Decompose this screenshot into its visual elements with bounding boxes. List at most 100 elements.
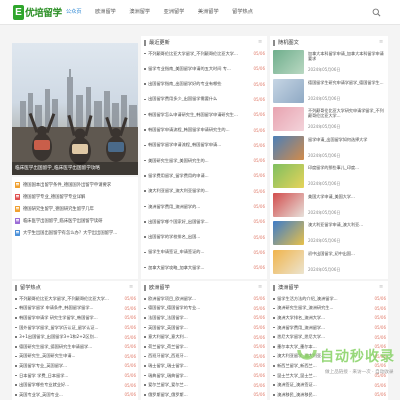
featured-item[interactable]: 德国留学专业_德国留学专业详解 [15,192,135,201]
section-item[interactable]: 西班牙留学_西班牙... 05/06 [144,352,265,362]
featured-item[interactable]: 大学生出国出国留学有怎么办？大学出出国留学... [15,228,135,237]
latest-item[interactable]: 出国留学指南_出国留学好的专业有哪些 05/06 [144,80,265,89]
random-item[interactable]: 留学申请_出国留学如何选择大学 2024年05月06日 [273,135,386,164]
featured-item[interactable]: 临床医学出国留学_临床医学出国留学读研 [15,216,135,225]
random-item-thumbnail[interactable] [273,135,304,160]
more-icon[interactable]: ≡ [258,39,262,45]
section-item[interactable]: 英国留学专业_英国留学... 05/06 [15,361,136,371]
section-item[interactable]: 悉尼大学留学_悉尼大学... 05/06 [273,332,386,342]
bullet-icon [144,129,146,131]
section-item-title: 澳洲留学费用_澳洲留学... [277,324,326,330]
random-item-thumbnail[interactable] [273,249,304,274]
random-item-title[interactable]: 美国大学申请_美国大学... [308,194,386,199]
section-item[interactable]: 荷兰留学_荷兰留学... 05/06 [144,342,265,352]
bullet-icon [15,345,17,348]
latest-item[interactable]: 澳大利亚留学_澳大利亚留学的... 05/06 [144,187,265,196]
section-item[interactable]: 英国留学_英国留学... 05/06 [144,323,265,333]
nav-item-america[interactable]: 美洲留学 [196,7,221,16]
section-item[interactable]: 3+1出国留学_出国留学3+1和2+2区别... 05/06 [15,332,136,342]
random-item-title[interactable]: 印度留学的那些事儿_印度... [308,165,386,170]
random-item-title[interactable]: 不列颠哥伦比亚大学研究申请学留学_不列颠哥伦比亚大学... [308,108,386,119]
latest-item[interactable]: 美国研究生留学_美国研究生的... 05/06 [144,156,265,165]
random-item[interactable]: 不列颠哥伦比亚大学研究申请学留学_不列颠哥伦比亚大学... 2024年05月06日 [273,107,386,135]
random-item-title[interactable]: 澳大利亚留学申请_澳大利亚... [308,222,386,227]
random-item-title[interactable]: 初中出国留学_初中出国... [308,251,386,256]
logo-text: 优培留学 [25,8,62,19]
random-item[interactable]: 美国大学申请_美国大学... 2024年05月06日 [273,192,386,221]
random-item-thumbnail[interactable] [273,107,304,131]
featured-item[interactable]: 德国研究生留学_德国研究生留学几年 [15,204,135,213]
section-item[interactable]: 澳洲研究生留学_澳洲研究生... 05/06 [273,304,386,314]
random-item[interactable]: 印度留学的那些事儿_印度... 2024年05月06日 [273,164,386,192]
latest-item[interactable]: 留学专业指南_美国留学申请的五大时间 专... 05/06 [144,64,265,73]
featured-item[interactable]: 德国国本出留学条件_德国国外出留学申请要求 [15,180,135,189]
section-item[interactable]: 瑞士留学_瑞士留学... 05/06 [144,361,265,371]
site-logo[interactable]: E 优培留学 [13,4,62,20]
latest-item[interactable]: 留学费用留学_留学费用的申请... 05/06 [144,171,265,180]
latest-item[interactable]: 不列颠哥伦比亚大学留学_不列颠哥伦比亚大学... 05/06 [144,49,265,58]
latest-item[interactable]: 澳洲留学费用_澳洲留学的... 05/06 [144,202,265,211]
section-item[interactable]: 澳洲大学排名_澳洲大学... 05/06 [273,313,386,323]
nav-item-asia[interactable]: 亚洲留学 [162,7,187,16]
more-icon[interactable]: ≡ [258,284,262,290]
random-item-title[interactable]: 留学申请_出国留学如何选择大学 [308,137,386,142]
section-item[interactable]: 澳洲留学费用_澳洲留学... 05/06 [273,323,386,333]
section-item[interactable]: 留学生活方法的介绍_澳洲留学... 05/06 [273,294,386,304]
latest-item[interactable]: 加拿大留学攻略_加拿大留学... 05/06 [144,263,265,272]
section-item[interactable]: 出国留学哪些专业就业好... 05/06 [15,380,136,390]
search-icon[interactable] [372,8,381,17]
section-item[interactable]: 德国留学_德国留学的专业... 05/06 [144,304,265,314]
latest-item[interactable]: 韩国留学申请流程_韩国留学申请研究生的... 05/06 [144,126,265,135]
section-item[interactable]: 爱尔兰留学_爱尔兰... 05/06 [144,380,265,390]
random-item-thumbnail[interactable] [273,78,304,103]
hero-slide[interactable]: 临床医学出国留学_临床医学出国留学攻略 [12,43,138,175]
random-item-thumbnail[interactable] [273,192,304,217]
latest-item[interactable]: 留学生申请签证_申请签证的... 05/06 [144,248,265,257]
latest-item[interactable]: 韩国留学怎么申请研究生_韩国留学申请研究生... 05/06 [144,110,265,119]
nav-item-australia[interactable]: 澳洲留学 [127,7,152,16]
nav-item-hot[interactable]: 留学热点 [230,7,255,16]
more-icon[interactable]: ≡ [379,284,383,290]
random-item[interactable]: 初中出国留学_初中出国... 2024年05月06日 [273,249,386,278]
bullet-icon [144,326,146,329]
random-item-title[interactable]: 德国留学生研究申请学留学_德国留学生... [308,80,386,85]
random-item-thumbnail[interactable] [273,164,304,188]
section-item[interactable]: 日本留学 学费_日本留学... 05/06 [15,371,136,381]
section-item[interactable]: 法国留学_法国留学... 05/06 [144,313,265,323]
section-item-date: 05/06 [374,392,386,398]
section-item[interactable]: 英国专业学_英国专业... 05/06 [15,390,136,400]
hero-caption[interactable]: 临床医学出国留学_临床医学出国留学攻略 [12,162,138,175]
bullet-icon [273,355,275,358]
nav-item-home[interactable]: 公众页 [64,7,84,16]
random-item-thumbnail[interactable] [273,221,304,245]
latest-item[interactable]: 出国留学哪个国家好_出国留学... 05/06 [144,217,265,226]
more-icon[interactable]: ≡ [379,39,383,45]
latest-item[interactable]: 韩国留学留学申请流程_韩国留学申请... 05/06 [144,141,265,150]
section-item[interactable]: 意大利留学_意大利... 05/06 [144,332,265,342]
random-item[interactable]: 加拿大本科留学申请_加拿大本科留学申请要求 2024年05月06日 [273,50,386,78]
section-item[interactable]: 韩国留学申请学 研究生学留学_韩国留学... 05/06 [15,313,136,323]
random-item-title[interactable]: 加拿大本科留学申请_加拿大本科留学申请要求 [308,51,386,62]
section-item-date: 05/06 [253,382,265,388]
section-item[interactable]: 韩国留学留学 申请条件_韩国留学留学... 05/06 [15,304,136,314]
bullet-icon [144,307,146,310]
bullet-icon [15,374,17,377]
random-item[interactable]: 澳大利亚留学申请_澳大利亚... 2024年05月06日 [273,221,386,249]
section-item[interactable]: 欧洲留学项目_欧洲留学... 05/06 [144,294,265,304]
random-item[interactable]: 德国留学生研究申请学留学_德国留学生... 2024年05月06日 [273,78,386,107]
section-item[interactable]: 不列颠哥伦比亚大学留学_不列颠哥伦比亚大学... 05/06 [15,294,136,304]
section-item[interactable]: 俄罗斯留学_俄罗斯... 05/06 [144,390,265,400]
section-item[interactable]: 瑞典留学_瑞典留学... 05/06 [144,371,265,381]
more-icon[interactable]: ≡ [129,284,133,290]
section-item[interactable]: 国外留学学留学_留学学历认证_留学认证... 05/06 [15,323,136,333]
nav-item-europe[interactable]: 欧洲留学 [93,7,118,16]
section-item[interactable]: 德国研究生留学_德国研究生申请留学... 05/06 [15,342,136,352]
latest-item[interactable]: 出国留学的学校排名_出国... 05/06 [144,233,265,242]
random-item-thumbnail[interactable] [273,50,304,74]
bullet-icon [144,113,146,116]
section-item[interactable]: 英国研究生_英国研究生申请... 05/06 [15,352,136,362]
watermark: 自动秒收录 做上品链接 · 来访一次 · 自动收录 [296,345,400,393]
latest-item[interactable]: 出国留学费用多少_出国留学需要什么 05/06 [144,95,265,104]
bullet-icon [15,336,17,338]
latest-item-title: 出国留学哪个国家好_出国留学... [148,218,209,224]
